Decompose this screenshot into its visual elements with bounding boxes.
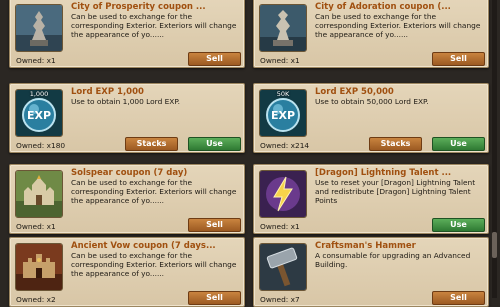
item-grid: City of Prosperity coupon ... Can be used… [0,0,500,307]
exp-orb-icon[interactable]: EXP 1,000 [15,89,63,137]
owned-count: Owned: x1 [16,56,56,65]
item-description: A consumable for upgrading an Advanced B… [315,251,471,269]
item-card[interactable]: City of Prosperity coupon ... Can be used… [9,0,245,68]
item-description: Can be used to exchange for the correspo… [71,251,237,278]
adoration-statue-icon[interactable] [259,4,307,52]
svg-text:EXP: EXP [27,109,51,122]
item-card[interactable]: EXP 50K Lord EXP 50,000 Use to obtain 50,00… [253,83,489,153]
hammer-icon[interactable] [259,243,307,291]
sell-button[interactable]: Sell [188,291,241,305]
sell-button[interactable]: Sell [188,52,241,66]
sell-button[interactable]: Sell [432,291,485,305]
use-button[interactable]: Use [188,137,241,151]
scrollbar[interactable] [492,0,497,298]
exp-orb-icon[interactable]: EXP 50K [259,89,307,137]
owned-count: Owned: x214 [260,141,310,150]
item-card[interactable]: Solspear coupon (7 day) Can be used to ex… [9,164,245,234]
item-title: Lord EXP 1,000 [71,87,144,97]
item-description: Can be used to exchange for the correspo… [71,178,237,205]
owned-count: Owned: x1 [260,222,300,231]
item-title: City of Prosperity coupon ... [71,2,206,12]
owned-count: Owned: x1 [260,56,300,65]
sell-button[interactable]: Sell [188,218,241,232]
item-card[interactable]: Craftsman's Hammer A consumable for upgra… [253,237,489,307]
item-amount-badge: 50K [276,90,290,98]
use-button[interactable]: Use [432,137,485,151]
item-card[interactable]: [Dragon] Lightning Talent ... Use to rese… [253,164,489,234]
item-card[interactable]: Ancient Vow coupon (7 days... Can be used… [9,237,245,307]
item-card[interactable]: City of Adoration coupon (... Can be used… [253,0,489,68]
owned-count: Owned: x180 [16,141,66,150]
lightning-talent-icon[interactable] [259,170,307,218]
svg-text:EXP: EXP [271,109,295,122]
item-card[interactable]: EXP 1,000 Lord EXP 1,000 Use to obtain 1,00… [9,83,245,153]
solspear-castle-icon[interactable] [15,170,63,218]
item-description: Can be used to exchange for the correspo… [315,12,481,39]
stacks-button[interactable]: Stacks [125,137,178,151]
item-amount-badge: 1,000 [29,90,49,98]
scrollbar-thumb[interactable] [492,232,497,258]
ancient-vow-castle-icon[interactable] [15,243,63,291]
use-button[interactable]: Use [432,218,485,232]
item-title: Ancient Vow coupon (7 days... [71,241,216,251]
prosperity-statue-icon[interactable] [15,4,63,52]
item-title: Craftsman's Hammer [315,241,416,251]
item-title: Lord EXP 50,000 [315,87,394,97]
item-description: Use to obtain 1,000 Lord EXP. [71,97,181,106]
item-description: Use to reset your [Dragon] Lightning Tal… [315,178,476,205]
item-title: Solspear coupon (7 day) [71,168,188,178]
owned-count: Owned: x7 [260,295,300,304]
owned-count: Owned: x2 [16,295,56,304]
item-description: Use to obtain 50,000 Lord EXP. [315,97,429,106]
item-description: Can be used to exchange for the correspo… [71,12,237,39]
sell-button[interactable]: Sell [432,52,485,66]
item-title: [Dragon] Lightning Talent ... [315,168,452,178]
owned-count: Owned: x1 [16,222,56,231]
item-title: City of Adoration coupon (... [315,2,451,12]
stacks-button[interactable]: Stacks [369,137,422,151]
